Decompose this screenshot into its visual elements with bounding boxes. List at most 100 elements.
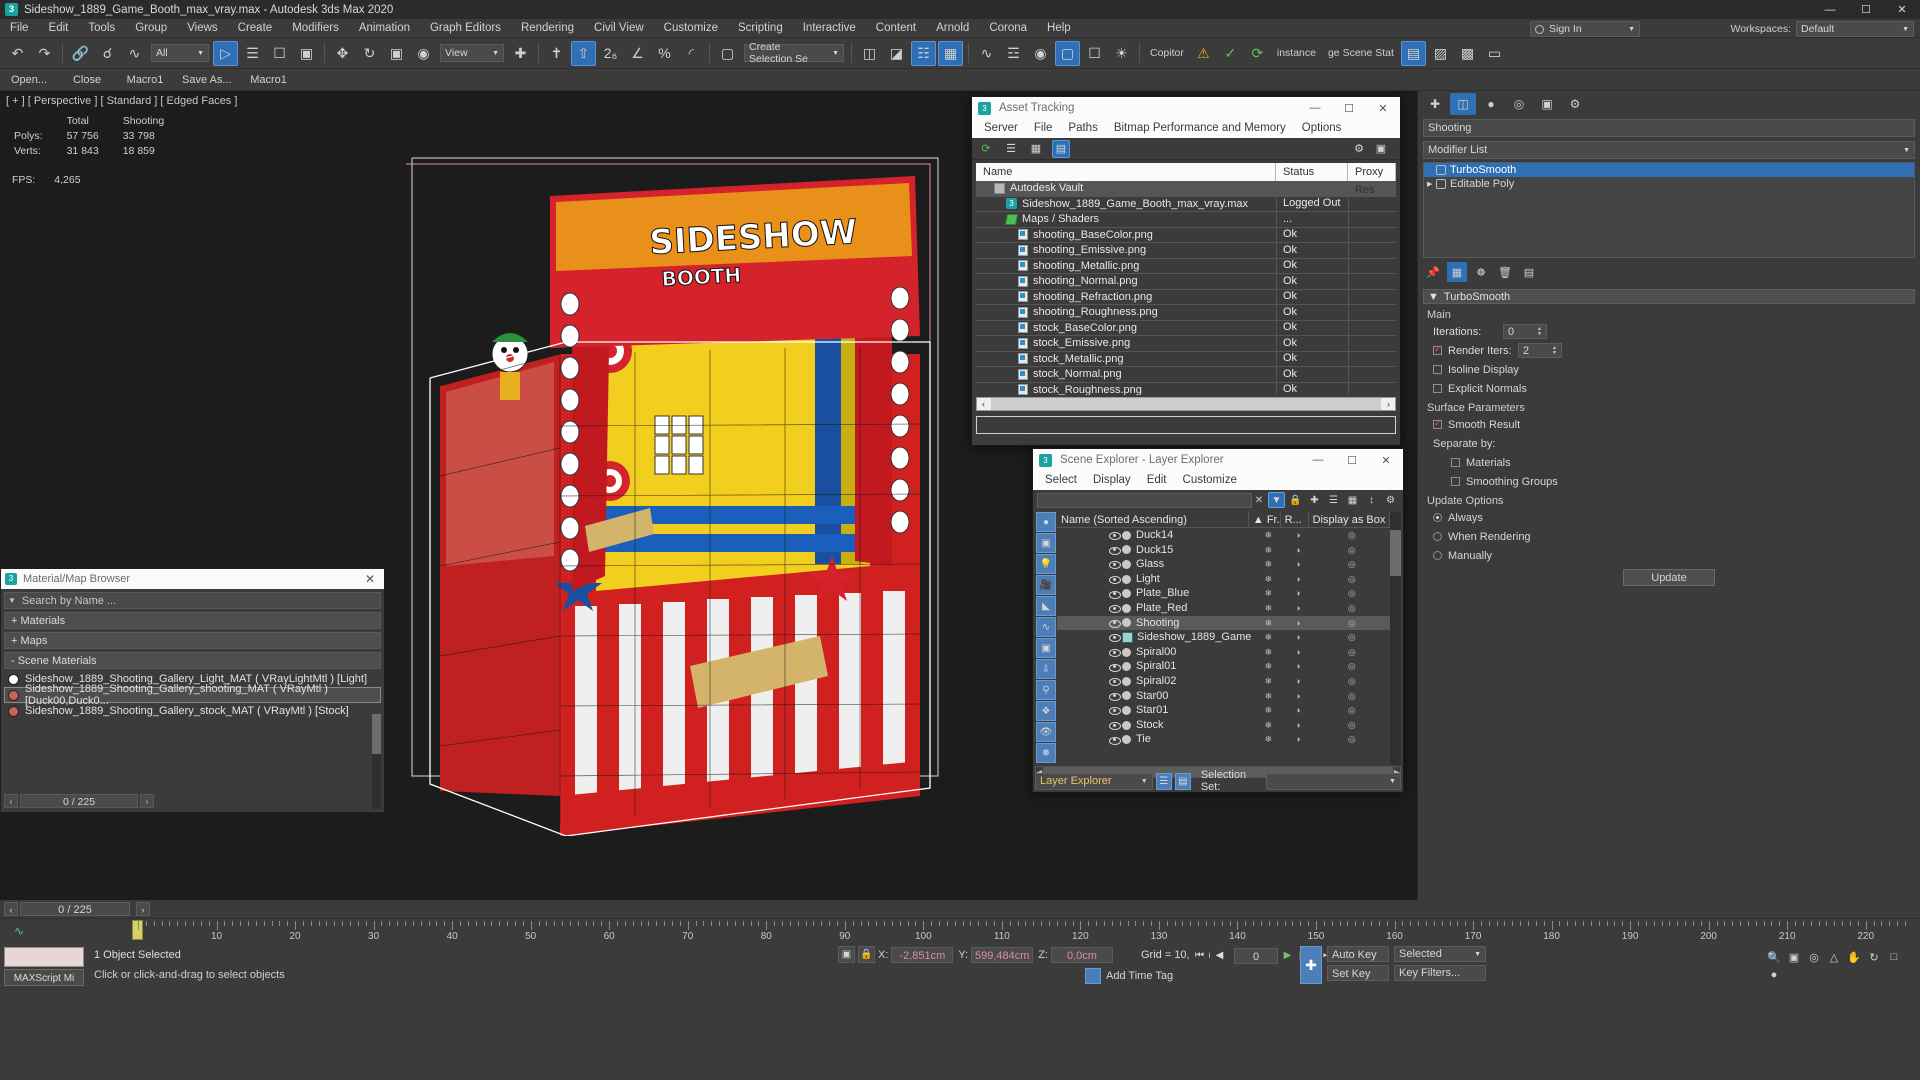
sign-in-button[interactable]: Sign In ▼ — [1530, 21, 1640, 37]
scene-explorer-row[interactable]: Spiral01 ❄ ◑ ◎ — [1057, 659, 1390, 674]
display-as-box-cell[interactable]: ◎ — [1310, 659, 1390, 674]
align-button[interactable]: ⇧ — [571, 40, 596, 66]
scene-explorer-row[interactable]: Light ❄ ◑ ◎ — [1057, 572, 1390, 587]
update-when-rendering-radio[interactable] — [1433, 532, 1442, 541]
tab-motion[interactable]: ◎ — [1506, 93, 1532, 115]
display-as-box-cell[interactable]: ◎ — [1310, 528, 1390, 543]
scene-explorer-row[interactable]: Plate_Red ❄ ◑ ◎ — [1057, 601, 1390, 616]
display-as-box-cell[interactable]: ◎ — [1310, 645, 1390, 660]
set-key-label-button[interactable]: Set Key — [1327, 965, 1389, 981]
material-editor-button[interactable]: ◉ — [1028, 41, 1053, 66]
update-always-radio[interactable] — [1433, 513, 1442, 522]
coord-y-value[interactable]: 599,484cm — [971, 946, 1034, 963]
freeze-cell[interactable]: ❄ — [1251, 645, 1282, 660]
asset-row[interactable]: 3 Sideshow_1889_Game_Booth_max_vray.max Lo… — [976, 196, 1396, 225]
add-time-tag-icon[interactable] — [1085, 968, 1101, 984]
eye-icon[interactable] — [1109, 559, 1121, 570]
material-group-scenematerials[interactable]: - Scene Materials — [4, 652, 381, 669]
undo-button[interactable]: ↶ — [5, 41, 30, 66]
asset-tracking-hscrollbar[interactable]: ‹ › — [976, 397, 1396, 411]
render-cell[interactable]: ◑ — [1282, 732, 1310, 747]
field-of-view-icon[interactable]: △ — [1824, 948, 1844, 966]
quick-button-0[interactable]: Open... — [0, 74, 58, 86]
coord-z-value[interactable]: 0,0cm — [1050, 946, 1113, 963]
prev-frame-button[interactable]: ‹ — [4, 793, 18, 808]
smooth-result-checkbox[interactable] — [1433, 418, 1442, 429]
eye-icon[interactable] — [1109, 632, 1121, 643]
next-frame-button[interactable]: › — [140, 793, 154, 808]
zoom-icon[interactable]: 🔍 — [1764, 948, 1784, 966]
menu-item-animation[interactable]: Animation — [349, 19, 420, 38]
filter-groups-icon[interactable]: ▣ — [1036, 638, 1056, 658]
menu-item-group[interactable]: Group — [125, 19, 177, 38]
render-cell[interactable]: ◑ — [1282, 586, 1310, 601]
mirror-tool-icon[interactable]: ◫ — [857, 41, 882, 66]
update-button[interactable]: Update — [1623, 569, 1715, 586]
scene-explorer-row[interactable]: Sideshow_1889_Game_Booth❄◑◎ — [1057, 630, 1390, 645]
check-icon[interactable]: ✓ — [1218, 41, 1243, 66]
scene-explorer-row[interactable]: Spiral00 ❄ ◑ ◎ — [1057, 645, 1390, 660]
explorer-name-dropdown[interactable]: Layer Explorer ▼ — [1035, 772, 1153, 790]
scene-explorer-row[interactable]: Star01 ❄ ◑ ◎ — [1057, 703, 1390, 718]
scroll-left-icon[interactable]: ‹ — [977, 399, 990, 409]
scene-explorer-row[interactable]: Shooting ❄ ◑ ◎ — [1057, 615, 1390, 631]
scene-state-button[interactable]: ▤ — [1400, 40, 1426, 66]
render-cell[interactable]: ◑ — [1282, 674, 1310, 689]
next-frame-button[interactable]: › — [136, 902, 150, 916]
display-as-box-cell[interactable]: ◎ — [1310, 616, 1390, 631]
configure-modifier-sets-icon[interactable]: ▤ — [1519, 262, 1539, 282]
maximize-button[interactable]: ☐ — [1332, 97, 1366, 119]
freeze-cell[interactable]: ❄ — [1251, 674, 1282, 689]
render-cell[interactable]: ◑ — [1282, 543, 1310, 558]
lock-icon[interactable]: 🔒 — [858, 946, 875, 963]
curve-editor-icon[interactable]: ∿ — [14, 924, 24, 938]
freeze-cell[interactable]: ❄ — [1251, 543, 1282, 558]
auto-key-button[interactable]: Auto Key — [1327, 946, 1389, 962]
freeze-cell[interactable]: ❄ — [1251, 572, 1282, 587]
select-object-button[interactable]: ▷ — [213, 40, 238, 66]
add-selection-to-layer-icon[interactable]: ☰ — [1325, 492, 1342, 508]
bitmap-view-icon[interactable]: ▦ — [1027, 140, 1045, 158]
iterations-spinner[interactable]: 0 ▲ ▼ — [1503, 324, 1547, 339]
asset-row[interactable]: shooting_Metallic.png Ok — [976, 258, 1396, 274]
scene-explorer-row[interactable]: Star00 ❄ ◑ ◎ — [1057, 689, 1390, 704]
update-manually-radio[interactable] — [1433, 551, 1442, 560]
eye-icon[interactable] — [1109, 662, 1121, 672]
turbosmooth-rollout-header[interactable]: ▼ TurboSmooth — [1423, 289, 1915, 304]
show-end-result-icon[interactable]: ▦ — [1447, 262, 1467, 282]
eye-icon[interactable] — [1109, 720, 1121, 731]
percent-snap-button[interactable]: % — [652, 41, 677, 66]
remove-modifier-icon[interactable]: 🗑 — [1495, 262, 1515, 282]
render-cell[interactable]: ◑ — [1282, 659, 1310, 674]
eye-icon[interactable] — [1109, 574, 1121, 585]
viewport-label[interactable]: [ + ] [ Perspective ] [ Standard ] [ Edg… — [6, 95, 237, 107]
redo-button[interactable]: ↷ — [32, 41, 57, 66]
object-dot-icon[interactable] — [1122, 720, 1131, 730]
object-dot-icon[interactable] — [1122, 618, 1131, 628]
menu-item-arnold[interactable]: Arnold — [926, 19, 979, 38]
menu-item-rendering[interactable]: Rendering — [511, 19, 584, 38]
maximize-button[interactable]: ☐ — [1848, 0, 1884, 19]
workspaces-control[interactable]: Workspaces: Default ▼ — [1731, 21, 1914, 37]
eye-icon[interactable] — [1109, 705, 1121, 716]
scene-explorer-row[interactable]: Plate_Blue ❄ ◑ ◎ — [1057, 586, 1390, 601]
scroll-right-icon[interactable]: › — [1382, 399, 1395, 409]
tab-hierarchy[interactable]: ● — [1478, 93, 1504, 115]
time-slider-field[interactable]: 0 / 225 — [20, 902, 130, 916]
named-selection-sets-button[interactable]: ▢ — [715, 41, 740, 66]
render-cell[interactable]: ◑ — [1282, 528, 1310, 543]
scene-column-header[interactable]: Display as Box — [1309, 512, 1390, 528]
filter-frozen-icon[interactable]: ❅ — [1036, 743, 1056, 763]
pin-stack-icon[interactable]: 📌 — [1423, 262, 1443, 282]
minimize-button[interactable]: — — [1301, 449, 1335, 471]
menu-item-civil-view[interactable]: Civil View — [584, 19, 654, 38]
chevron-down-icon[interactable]: ▼ — [8, 596, 16, 605]
asset-menu-options[interactable]: Options — [1294, 119, 1350, 138]
schematic-view-button[interactable]: ☲ — [1001, 41, 1026, 66]
filter-space-warps-icon[interactable]: ∿ — [1036, 617, 1056, 637]
update-mode-manually-row[interactable]: Manually — [1433, 547, 1915, 564]
orbit-icon[interactable]: ↻ — [1864, 948, 1884, 966]
make-unique-icon[interactable]: ☸ — [1471, 262, 1491, 282]
eye-icon[interactable] — [1109, 618, 1121, 628]
extra-tool-1-icon[interactable]: ▨ — [1428, 41, 1453, 66]
